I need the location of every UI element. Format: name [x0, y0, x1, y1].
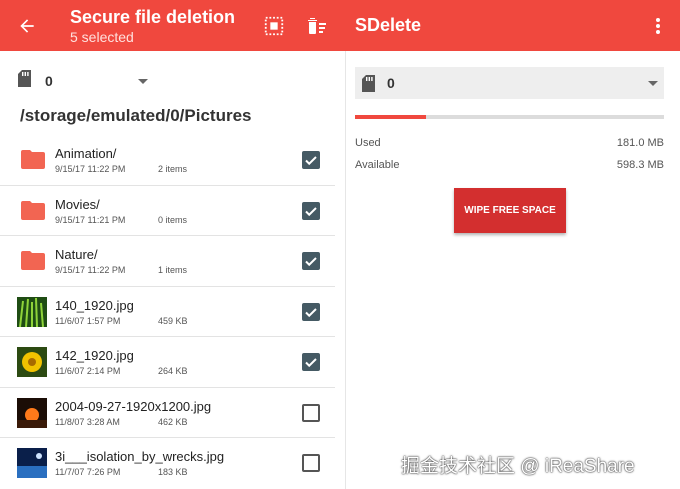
file-name: Nature/	[55, 247, 98, 262]
back-arrow-icon[interactable]	[14, 13, 40, 39]
file-meta: 0 items	[158, 214, 188, 225]
file-meta: 462 KB	[158, 416, 188, 427]
selection-count: 5 selected	[70, 29, 134, 45]
sd-card-icon	[362, 74, 375, 92]
file-name: 142_1920.jpg	[55, 348, 134, 363]
delete-sweep-icon[interactable]	[304, 13, 330, 39]
file-meta: 264 KB	[158, 366, 188, 376]
used-label: Used	[355, 137, 381, 149]
check-icon	[305, 358, 317, 368]
checkbox-unchecked[interactable]	[302, 454, 320, 472]
check-icon	[305, 206, 317, 216]
file-name: 140_1920.jpg	[55, 297, 134, 313]
current-path: /storage/emulated/0/Pictures	[20, 106, 252, 125]
image-thumbnail	[17, 397, 47, 428]
file-row[interactable]: Movies/9/15/17 11:21 PM 0 items	[0, 186, 345, 237]
file-row[interactable]: 140_1920.jpg 11/6/07 1:57 PM 459 KB	[0, 287, 345, 338]
file-meta: 2 items	[158, 164, 188, 174]
folder-icon	[21, 251, 45, 270]
right-app-bar: SDelete	[345, 0, 680, 51]
file-row[interactable]: Nature/9/15/17 11:22 PM 1 items	[0, 236, 345, 287]
folder-icon	[21, 150, 45, 169]
checkbox-checked[interactable]	[302, 252, 320, 270]
file-date: 9/15/17 11:22 PM	[55, 265, 126, 275]
left-app-bar: Secure file deletion 5 selected	[0, 0, 345, 51]
checkbox-checked[interactable]	[302, 302, 320, 321]
available-label: Available	[355, 159, 400, 171]
sd-card-icon	[18, 70, 31, 92]
chevron-down-icon	[648, 81, 658, 86]
image-thumbnail	[17, 448, 47, 478]
app-title: SDelete	[355, 15, 422, 35]
overflow-menu-icon[interactable]	[647, 13, 669, 39]
checkbox-checked[interactable]	[302, 353, 320, 371]
watermark: 掘金技术社区 @ iReaShare	[401, 456, 635, 477]
check-icon	[305, 307, 317, 317]
toolbar-title: Secure file deletion	[70, 7, 236, 27]
file-date: 11/6/07 1:57 PM	[55, 315, 121, 326]
storage-usage-fill	[355, 115, 427, 119]
file-name: Animation/	[55, 146, 117, 161]
file-date: 11/7/07 7:26 PM	[55, 467, 121, 477]
file-list: Animation/9/15/17 11:22 PM 2 items Movies/…	[0, 135, 345, 489]
file-name: Movies/	[55, 196, 100, 212]
file-name: 2004-09-27-1920x1200.jpg	[55, 398, 212, 414]
wipe-free-space-button[interactable]: WIPE FREE SPACE	[454, 188, 566, 233]
used-value: 181.0 MB	[616, 137, 664, 149]
file-row[interactable]: 3i___isolation_by_wrecks.jpg 11/7/07 7:26…	[0, 438, 345, 489]
check-icon	[305, 257, 317, 267]
storage-usage-bar	[355, 115, 664, 119]
file-meta: 459 KB	[158, 315, 188, 326]
image-thumbnail	[17, 296, 47, 327]
file-date: 9/15/17 11:21 PM	[55, 214, 126, 225]
checkbox-checked[interactable]	[302, 151, 320, 169]
file-date: 9/15/17 11:22 PM	[55, 164, 126, 174]
volume-value: 0	[45, 73, 53, 89]
file-meta: 183 KB	[158, 467, 188, 477]
check-icon	[305, 156, 317, 166]
checkbox-unchecked[interactable]	[302, 403, 320, 422]
volume-selector[interactable]: 0	[18, 70, 158, 92]
file-row[interactable]: 2004-09-27-1920x1200.jpg 11/8/07 3:28 AM 4…	[0, 388, 345, 439]
select-all-icon[interactable]	[262, 14, 286, 38]
chevron-down-icon	[138, 79, 148, 84]
right-volume-value: 0	[387, 75, 395, 91]
file-meta: 1 items	[158, 265, 188, 275]
file-row[interactable]: Animation/9/15/17 11:22 PM 2 items	[0, 135, 345, 186]
file-name: 3i___isolation_by_wrecks.jpg	[55, 449, 225, 464]
checkbox-checked[interactable]	[302, 201, 320, 220]
file-row[interactable]: 142_1920.jpg 11/6/07 2:14 PM 264 KB	[0, 337, 345, 388]
available-value: 598.3 MB	[616, 159, 664, 171]
folder-icon	[21, 200, 45, 220]
file-date: 11/8/07 3:28 AM	[55, 416, 120, 427]
file-date: 11/6/07 2:14 PM	[55, 366, 121, 376]
pane-divider	[345, 51, 346, 489]
image-thumbnail	[17, 347, 47, 377]
right-volume-selector[interactable]: 0	[355, 67, 664, 99]
